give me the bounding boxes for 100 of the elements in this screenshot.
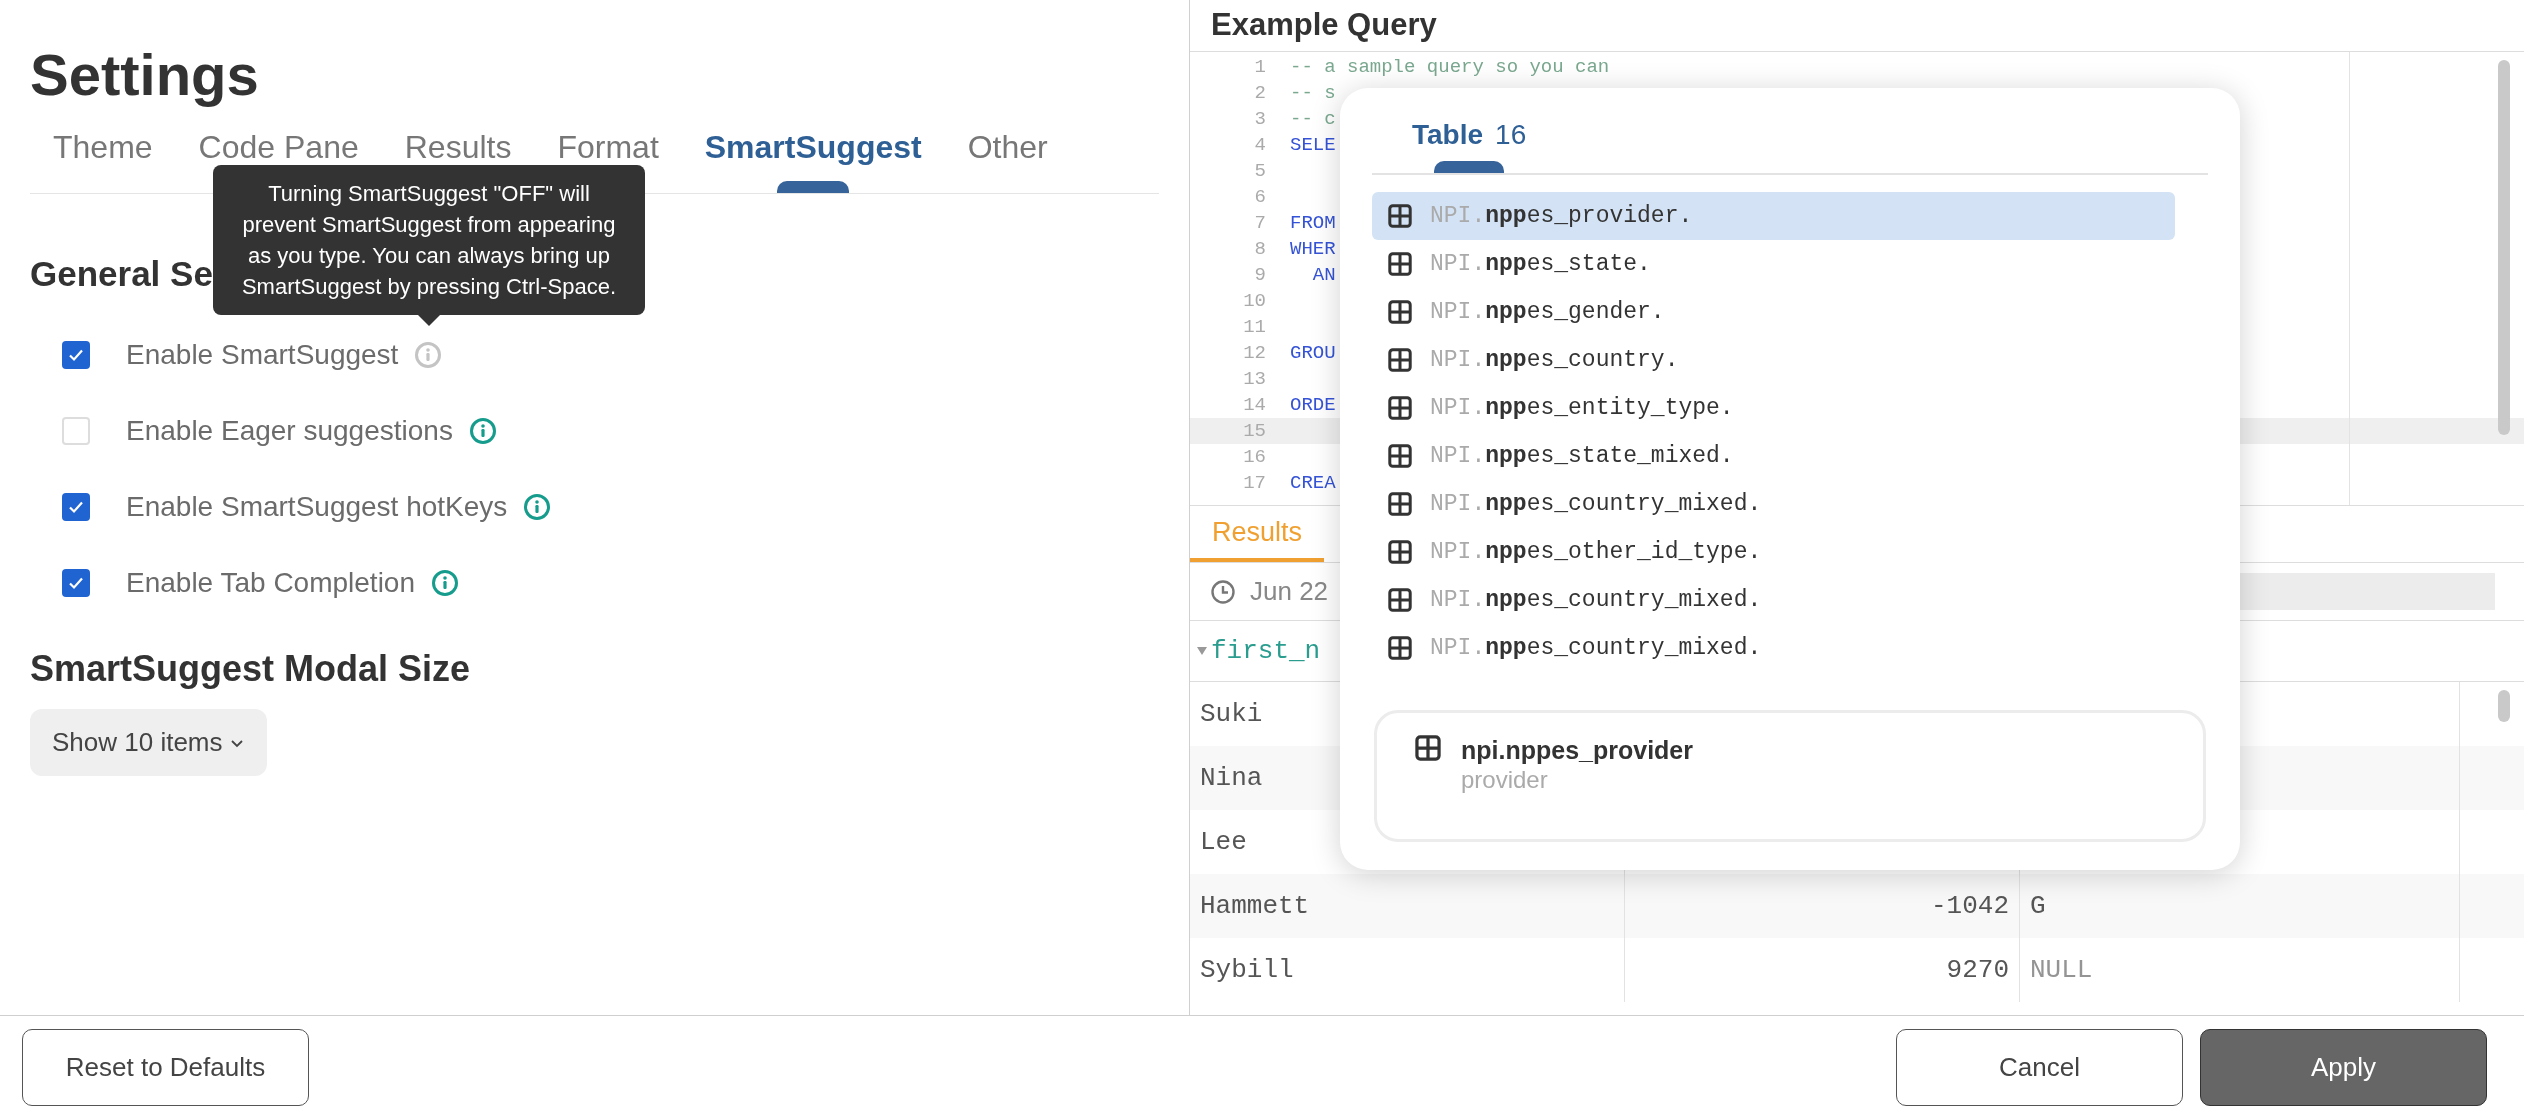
line-number: 3 [1253, 106, 1267, 132]
section-heading: SmartSuggest Modal Size [30, 651, 472, 687]
suggestion-text: NPI.nppes_country_mixed. [1430, 633, 1762, 663]
line-number: 8 [1253, 236, 1267, 262]
table-icon [1388, 492, 1412, 516]
table-icon [1415, 735, 1441, 761]
suggestion-item[interactable]: NPI.nppes_country_mixed. [1372, 624, 2175, 672]
suggestion-text: NPI.nppes_country. [1430, 345, 1679, 375]
size-dropdown[interactable]: Show 10 items [30, 709, 267, 776]
scrollbar[interactable] [2498, 690, 2510, 722]
apply-button[interactable]: Apply [2200, 1028, 2487, 1106]
table-cell-text: Lee [1200, 825, 1247, 859]
line-number: 17 [1242, 470, 1267, 496]
suggestion-text: NPI.nppes_country_mixed. [1430, 489, 1762, 519]
line-number: 14 [1242, 392, 1267, 418]
table-icon [1388, 204, 1412, 228]
info-icon[interactable] [431, 569, 459, 597]
table-cell-text: 9270 [1946, 953, 2009, 987]
suggestion-item[interactable]: NPI.nppes_country. [1372, 336, 2175, 384]
settings-tab[interactable]: Theme [30, 110, 176, 193]
option-label: Enable SmartSuggest [126, 338, 399, 372]
scrollbar[interactable] [2498, 60, 2510, 435]
suggestion-item[interactable]: NPI.nppes_state_mixed. [1372, 432, 2175, 480]
line-number: 15 [1242, 418, 1267, 444]
code-text: -- s [1290, 80, 1336, 106]
tooltip: Turning SmartSuggest "OFF" will prevent SmartSuggest from appearing as you type. You can always bring up SmartSuggest by pressing Ctrl-Space. [213, 165, 645, 315]
line-number: 7 [1253, 210, 1267, 236]
code-text: FROM [1290, 210, 1336, 236]
table-icon [1388, 300, 1412, 324]
settings-tab[interactable]: Other [944, 110, 1071, 193]
code-text: SELE [1290, 132, 1336, 158]
line-number: 5 [1253, 158, 1267, 184]
suggestion-text: NPI.nppes_state. [1430, 249, 1651, 279]
suggestion-item[interactable]: NPI.nppes_gender. [1372, 288, 2175, 336]
suggestion-item[interactable]: NPI.nppes_state. [1372, 240, 2175, 288]
table-name: npi.nppes_provider [1461, 735, 1693, 765]
checkbox[interactable] [62, 417, 90, 445]
line-number: 6 [1253, 184, 1267, 210]
line-number: 13 [1242, 366, 1267, 392]
option-label: Enable Eager suggestions [126, 414, 453, 448]
table-cell-text: NULL [2030, 953, 2093, 987]
code-text: CREA [1290, 470, 1336, 496]
code-text: WHER [1290, 236, 1336, 262]
info-icon[interactable] [414, 341, 443, 369]
line-number: 11 [1242, 314, 1267, 340]
count: 16 [1495, 117, 1527, 152]
clock-icon [1210, 578, 1236, 605]
suggestion-text: NPI.nppes_state_mixed. [1430, 441, 1734, 471]
suggestion-text: NPI.nppes_country_mixed. [1430, 585, 1762, 615]
line-number: 4 [1253, 132, 1267, 158]
option-label: Enable SmartSuggest hotKeys [126, 490, 508, 524]
code-text: -- c [1290, 106, 1336, 132]
table-icon [1388, 540, 1412, 564]
table-icon [1388, 396, 1412, 420]
reset-button[interactable]: Reset to Defaults [22, 1028, 309, 1106]
settings-tab[interactable]: SmartSuggest [681, 110, 945, 193]
suggestion-item[interactable]: NPI.nppes_other_id_type. [1372, 528, 2175, 576]
table-icon [1388, 636, 1412, 660]
suggestion-text: NPI.nppes_entity_type. [1430, 393, 1734, 423]
tab-label: Table [1412, 117, 1484, 152]
sort-icon[interactable] [1196, 645, 1208, 657]
table-icon [1388, 444, 1412, 468]
panel-title: Example Query [1211, 6, 1437, 45]
suggestion-item[interactable]: NPI.nppes_entity_type. [1372, 384, 2175, 432]
line-number: 10 [1242, 288, 1267, 314]
cancel-button[interactable]: Cancel [1896, 1028, 2183, 1106]
info-icon[interactable] [468, 417, 497, 445]
tooltip-pointer [418, 315, 440, 326]
code-text: ORDE [1290, 392, 1336, 418]
table-cell-text: Suki [1200, 697, 1263, 731]
tab-indicator [1434, 161, 1504, 173]
timestamp: Jun 22 [1250, 575, 1329, 608]
info-icon[interactable] [523, 493, 552, 521]
popup-tab[interactable]: Table 16 [1372, 88, 1567, 173]
table-description: provider [1461, 765, 1549, 795]
checkbox[interactable] [62, 569, 90, 597]
suggestion-item[interactable]: NPI.nppes_country_mixed. [1372, 480, 2175, 528]
suggestion-text: NPI.nppes_other_id_type. [1430, 537, 1762, 567]
line-number: 9 [1253, 262, 1267, 288]
code-text: AN [1311, 262, 1336, 288]
table-icon [1388, 588, 1412, 612]
suggestion-item[interactable]: NPI.nppes_country_mixed. [1372, 576, 2175, 624]
suggestion-text: NPI.nppes_provider. [1430, 201, 1693, 231]
option-label: Enable Tab Completion [126, 566, 415, 600]
line-number: 1 [1253, 54, 1267, 80]
table-icon [1388, 252, 1412, 276]
table-cell-text: -1042 [1931, 889, 2009, 923]
line-number: 16 [1242, 444, 1267, 470]
table-cell-text: G [2030, 889, 2046, 923]
suggestion-item[interactable]: NPI.nppes_provider. [1372, 192, 2175, 240]
table-cell-text: Sybill [1200, 953, 1294, 987]
code-text: -- a sample query so you can [1290, 54, 1610, 80]
checkbox[interactable] [62, 493, 90, 521]
code-text: GROU [1290, 340, 1336, 366]
section-heading: General Se [30, 256, 213, 291]
table-cell-text: Nina [1200, 761, 1263, 795]
table-icon [1388, 348, 1412, 372]
line-number: 2 [1253, 80, 1267, 106]
checkbox[interactable] [62, 341, 90, 369]
line-number: 12 [1242, 340, 1267, 366]
